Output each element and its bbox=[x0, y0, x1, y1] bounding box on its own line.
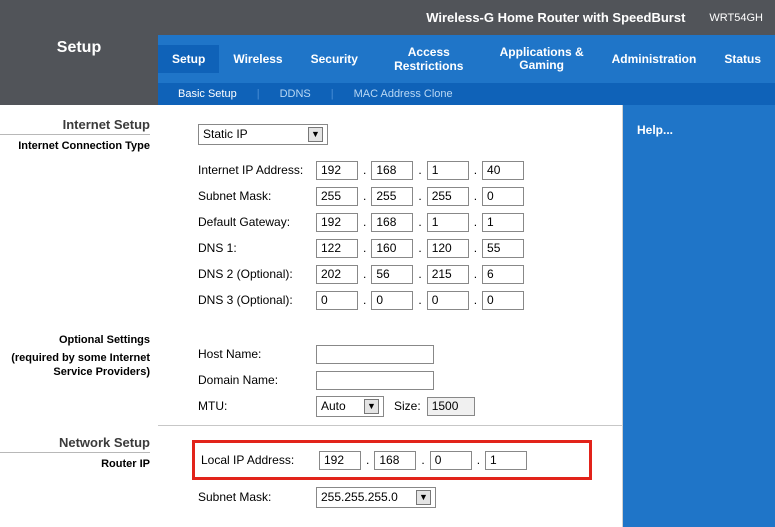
label-host: Host Name: bbox=[198, 347, 316, 361]
section-network-setup: Network Setup bbox=[0, 435, 150, 453]
titlebar-right: Wireless-G Home Router with SpeedBurst W… bbox=[158, 0, 775, 35]
section-optional-title: Optional Settings bbox=[0, 333, 150, 347]
help-link[interactable]: Help... bbox=[637, 123, 673, 137]
help-panel: Help... bbox=[623, 105, 775, 527]
subtab-ddns[interactable]: DDNS bbox=[260, 88, 331, 100]
gateway-2[interactable] bbox=[371, 213, 413, 232]
chevron-down-icon: ▼ bbox=[308, 127, 323, 142]
mtu-select[interactable]: Auto ▼ bbox=[316, 396, 384, 417]
dns3-1[interactable] bbox=[316, 291, 358, 310]
sub-tab-row: Basic Setup | DDNS | MAC Address Clone bbox=[0, 83, 775, 105]
gateway-1[interactable] bbox=[316, 213, 358, 232]
label-dns3: DNS 3 (Optional): bbox=[198, 293, 316, 307]
internet-ip-1[interactable] bbox=[316, 161, 358, 180]
row-gateway: Default Gateway: . . . bbox=[198, 209, 614, 235]
local-ip-3[interactable] bbox=[430, 451, 472, 470]
label-local-ip: Local IP Address: bbox=[201, 453, 319, 467]
tab-security[interactable]: Security bbox=[297, 45, 372, 73]
host-name-input[interactable] bbox=[316, 345, 434, 364]
tab-status[interactable]: Status bbox=[710, 45, 775, 73]
section-router-ip: Router IP bbox=[0, 457, 150, 471]
label-mtu: MTU: bbox=[198, 399, 316, 413]
section-internet-setup: Internet Setup bbox=[0, 117, 150, 135]
primary-tab-row: Setup Setup Wireless Security Access Res… bbox=[0, 35, 775, 83]
connection-type-select[interactable]: Static IP ▼ bbox=[198, 124, 328, 145]
dns2-1[interactable] bbox=[316, 265, 358, 284]
label-dns2: DNS 2 (Optional): bbox=[198, 267, 316, 281]
section-labels: Internet Setup Internet Connection Type … bbox=[0, 105, 158, 527]
product-name: Wireless-G Home Router with SpeedBurst bbox=[426, 10, 685, 25]
form-area: Static IP ▼ Internet IP Address: . . . S… bbox=[158, 105, 623, 527]
mtu-value: Auto bbox=[321, 399, 346, 413]
local-ip-4[interactable] bbox=[485, 451, 527, 470]
subnet2-value: 255.255.255.0 bbox=[321, 490, 398, 504]
chevron-down-icon: ▼ bbox=[364, 399, 379, 414]
subtab-basic-setup[interactable]: Basic Setup bbox=[158, 88, 257, 100]
domain-name-input[interactable] bbox=[316, 371, 434, 390]
row-host: Host Name: bbox=[198, 341, 614, 367]
dns2-2[interactable] bbox=[371, 265, 413, 284]
subnet2-select[interactable]: 255.255.255.0 ▼ bbox=[316, 487, 436, 508]
row-domain: Domain Name: bbox=[198, 367, 614, 393]
page-title: Setup bbox=[0, 35, 158, 83]
section-divider bbox=[158, 425, 622, 426]
gateway-3[interactable] bbox=[427, 213, 469, 232]
row-subnet2: Subnet Mask: 255.255.255.0 ▼ bbox=[198, 484, 614, 510]
row-local-ip: Local IP Address: . . . bbox=[201, 447, 583, 473]
internet-ip-2[interactable] bbox=[371, 161, 413, 180]
subnet-3[interactable] bbox=[427, 187, 469, 206]
label-subnet2: Subnet Mask: bbox=[198, 490, 316, 504]
main-content: Internet Setup Internet Connection Type … bbox=[0, 105, 775, 527]
row-mtu: MTU: Auto ▼ Size: bbox=[198, 393, 614, 419]
subnet-1[interactable] bbox=[316, 187, 358, 206]
local-ip-2[interactable] bbox=[374, 451, 416, 470]
internet-ip-3[interactable] bbox=[427, 161, 469, 180]
tab-setup[interactable]: Setup bbox=[158, 45, 219, 73]
dns1-1[interactable] bbox=[316, 239, 358, 258]
dns3-3[interactable] bbox=[427, 291, 469, 310]
label-size: Size: bbox=[394, 399, 421, 413]
titlebar: Wireless-G Home Router with SpeedBurst W… bbox=[0, 0, 775, 35]
gateway-4[interactable] bbox=[482, 213, 524, 232]
section-internet-conn-type: Internet Connection Type bbox=[0, 139, 150, 153]
tab-administration[interactable]: Administration bbox=[598, 45, 711, 73]
label-domain: Domain Name: bbox=[198, 373, 316, 387]
dns2-4[interactable] bbox=[482, 265, 524, 284]
dns1-2[interactable] bbox=[371, 239, 413, 258]
sub-tabs: Basic Setup | DDNS | MAC Address Clone bbox=[158, 83, 775, 105]
highlight-local-ip: Local IP Address: . . . bbox=[192, 440, 592, 480]
subnet-2[interactable] bbox=[371, 187, 413, 206]
subnet-4[interactable] bbox=[482, 187, 524, 206]
local-ip-1[interactable] bbox=[319, 451, 361, 470]
row-dns1: DNS 1: . . . bbox=[198, 235, 614, 261]
primary-tabs: Setup Wireless Security Access Restricti… bbox=[158, 35, 775, 83]
tab-access-restrictions[interactable]: Access Restrictions bbox=[372, 45, 486, 73]
row-connection-type: Static IP ▼ bbox=[198, 121, 614, 147]
model-name: WRT54GH bbox=[709, 12, 763, 24]
dns1-4[interactable] bbox=[482, 239, 524, 258]
subtab-mac-clone[interactable]: MAC Address Clone bbox=[334, 88, 473, 100]
connection-type-value: Static IP bbox=[203, 127, 248, 141]
dns2-3[interactable] bbox=[427, 265, 469, 284]
dns3-2[interactable] bbox=[371, 291, 413, 310]
tab-wireless[interactable]: Wireless bbox=[219, 45, 296, 73]
label-dns1: DNS 1: bbox=[198, 241, 316, 255]
sub-tab-left bbox=[0, 83, 158, 105]
internet-ip-4[interactable] bbox=[482, 161, 524, 180]
label-internet-ip: Internet IP Address: bbox=[198, 163, 316, 177]
row-dns3: DNS 3 (Optional): . . . bbox=[198, 287, 614, 313]
titlebar-left bbox=[0, 0, 158, 35]
section-optional-sub: (required by some Internet Service Provi… bbox=[0, 351, 150, 379]
mtu-size-input[interactable] bbox=[427, 397, 475, 416]
chevron-down-icon: ▼ bbox=[416, 490, 431, 505]
row-dns2: DNS 2 (Optional): . . . bbox=[198, 261, 614, 287]
row-subnet: Subnet Mask: . . . bbox=[198, 183, 614, 209]
label-subnet: Subnet Mask: bbox=[198, 189, 316, 203]
dns1-3[interactable] bbox=[427, 239, 469, 258]
dns3-4[interactable] bbox=[482, 291, 524, 310]
tab-applications-gaming[interactable]: Applications & Gaming bbox=[486, 45, 598, 73]
row-internet-ip: Internet IP Address: . . . bbox=[198, 157, 614, 183]
label-gateway: Default Gateway: bbox=[198, 215, 316, 229]
